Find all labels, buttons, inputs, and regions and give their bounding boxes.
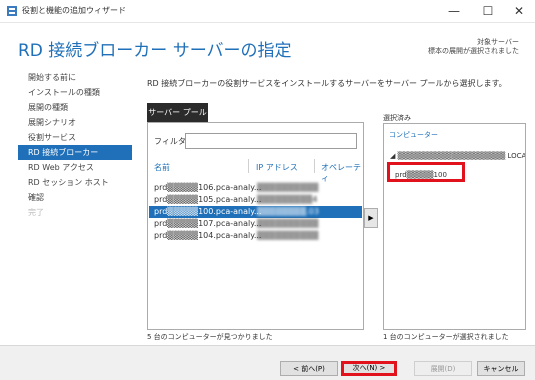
selected-computers-panel: コンピューター ◢ ▒▒▒▒▒▒▒▒▒▒▒▒▒▒▒▒▒▒▒▒ LOCA prd▒… [383,123,526,330]
add-to-selected-button[interactable]: ▶ [364,208,378,228]
title-bar: 役割と機能の追加ウィザード — ☐ ✕ [0,0,535,23]
row-ip: ▒▒▒▒▒▒▒▒▒4 [257,195,318,204]
window-title: 役割と機能の追加ウィザード [22,6,126,15]
wizard-nav: 開始する前に インストールの種類 展開の種類 展開シナリオ 役割サービス RD … [18,70,132,220]
column-header-ip[interactable]: IP アドレス [256,162,298,173]
tab-server-pool[interactable]: サーバー プール [147,103,208,122]
server-manager-icon [7,6,17,16]
maximize-button[interactable]: ☐ [472,0,504,22]
sidebar-item-confirmation[interactable]: 確認 [18,190,132,205]
sidebar-item-rd-web-access[interactable]: RD Web アクセス [18,160,132,175]
target-server-label: 対象サーバー [477,38,519,46]
sidebar-item-installation-type[interactable]: インストールの種類 [18,85,132,100]
row-ip: ▒▒▒▒▒▒▒▒▒▒ [257,219,319,228]
sidebar-item-before-you-begin[interactable]: 開始する前に [18,70,132,85]
table-row-selected[interactable]: prd▒▒▒▒▒100.pca-analy... ▒▒▒▒▒▒▒▒.03 [149,206,362,218]
row-name: prd▒▒▒▒▒107.pca-analy... [154,219,262,228]
row-ip: ▒▒▒▒▒▒▒▒.03 [257,207,319,216]
column-header-os[interactable]: オペレーティ [321,162,363,184]
sidebar-item-deployment-type[interactable]: 展開の種類 [18,100,132,115]
table-row[interactable]: prd▒▒▒▒▒105.pca-analy... ▒▒▒▒▒▒▒▒▒4 [149,194,362,206]
wizard-footer: < 前へ(P) 次へ(N) > 展開(D) キャンセル [0,345,535,380]
filter-input[interactable] [185,133,357,149]
selected-computer-item[interactable]: prd▒▒▒▒▒100 [387,162,465,182]
selected-count: 1 台のコンピューターが選択されました [383,333,509,341]
row-ip: ▒▒▒▒▒▒▒▒▒▒ [257,231,319,240]
cancel-button[interactable]: キャンセル [477,361,525,376]
row-name: prd▒▒▒▒▒105.pca-analy... [154,195,262,204]
row-name: prd▒▒▒▒▒104.pca-analy... [154,231,262,240]
page-description: RD 接続ブローカーの役割サービスをインストールするサーバーをサーバー プールか… [147,79,507,88]
table-row[interactable]: prd▒▒▒▒▒107.pca-analy... ▒▒▒▒▒▒▒▒▒▒ [149,218,362,230]
previous-button[interactable]: < 前へ(P) [280,361,338,376]
column-header-name[interactable]: 名前 [154,162,170,173]
table-row[interactable]: prd▒▒▒▒▒106.pca-analy... ▒▒▒▒▒▒▒▒▒▒ [149,182,362,194]
selected-label: 選択済み [383,114,411,122]
selected-group-row[interactable]: ◢ ▒▒▒▒▒▒▒▒▒▒▒▒▒▒▒▒▒▒▒▒ LOCA [384,150,525,162]
minimize-button[interactable]: — [438,0,470,22]
column-divider[interactable] [248,159,249,173]
row-name: prd▒▒▒▒▒100.pca-analy... [154,207,262,216]
sidebar-item-role-services[interactable]: 役割サービス [18,130,132,145]
row-ip: ▒▒▒▒▒▒▒▒▒▒ [257,183,319,192]
row-name: prd▒▒▒▒▒106.pca-analy... [154,183,262,192]
page-title: RD 接続ブローカー サーバーの指定 [18,41,292,61]
column-divider[interactable] [314,159,315,173]
target-server-info: 対象サーバー 標本の展開が選択されました [428,38,519,56]
column-header-computer[interactable]: コンピューター [389,130,438,140]
selected-group-label: ◢ ▒▒▒▒▒▒▒▒▒▒▒▒▒▒▒▒▒▒▒▒ LOCA [390,152,526,160]
sidebar-item-deployment-scenario[interactable]: 展開シナリオ [18,115,132,130]
sidebar-item-rd-connection-broker[interactable]: RD 接続ブローカー [18,145,132,160]
target-server-value: 標本の展開が選択されました [428,47,519,55]
deploy-button: 展開(D) [414,361,472,376]
next-button[interactable]: 次へ(N) > [341,361,397,376]
sidebar-item-rd-session-host[interactable]: RD セッション ホスト [18,175,132,190]
table-row[interactable]: prd▒▒▒▒▒104.pca-analy... ▒▒▒▒▒▒▒▒▒▒ [149,230,362,242]
server-pool-panel: フィルター: 名前 IP アドレス オペレーティ prd▒▒▒▒▒106.pca… [147,122,364,330]
found-count: 5 台のコンピューターが見つかりました [147,333,273,341]
sidebar-item-completion: 完了 [28,208,44,217]
close-button[interactable]: ✕ [503,0,535,22]
